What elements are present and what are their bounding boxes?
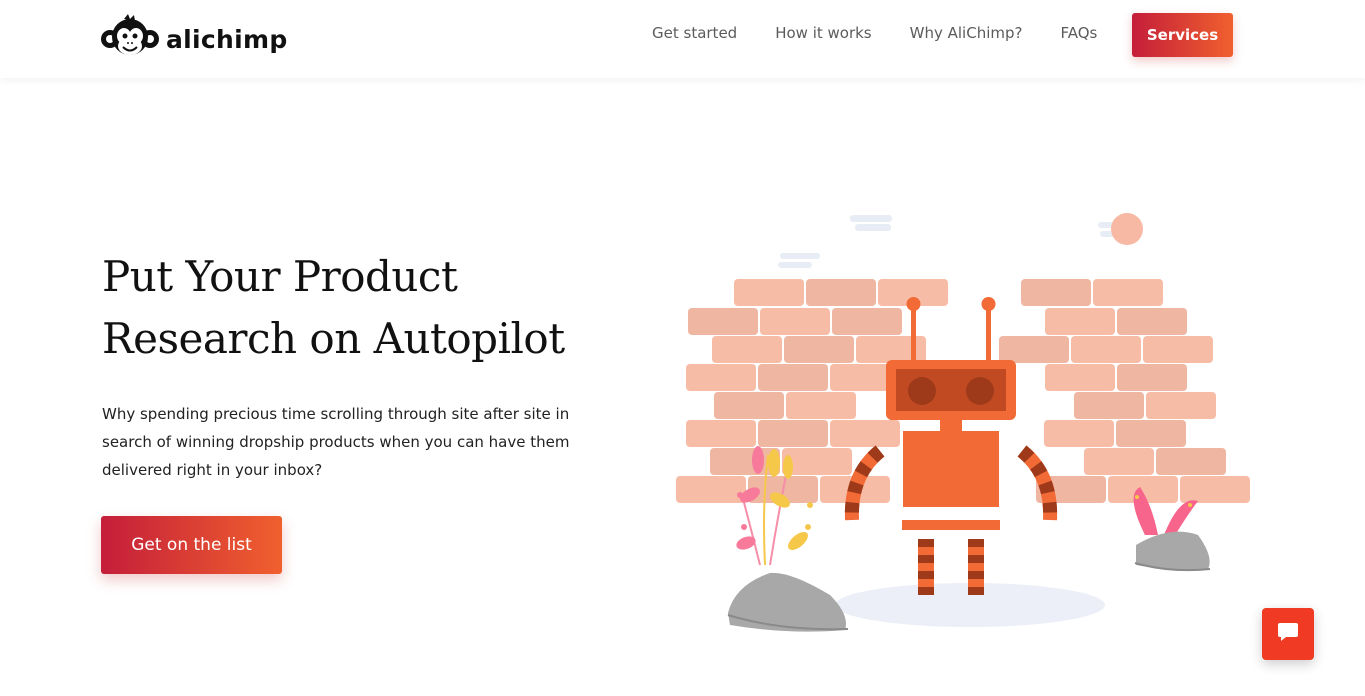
site-header: alichimp Get started How it works Why Al… [0, 0, 1365, 78]
logo[interactable]: alichimp [100, 13, 288, 65]
hero-title-line1: Put Your Product [102, 252, 458, 301]
hero-description: Why spending precious time scrolling thr… [102, 405, 570, 479]
nav-faqs[interactable]: FAQs [1060, 24, 1097, 42]
chat-button[interactable] [1262, 608, 1314, 660]
sun-icon [1111, 213, 1143, 245]
cloud-icon [778, 215, 1128, 268]
main-nav: Get started How it works Why AliChimp? F… [652, 0, 1135, 66]
monkey-icon [100, 13, 160, 65]
hero-title: Put Your Product Research on Autopilot [102, 246, 662, 370]
get-on-the-list-button[interactable]: Get on the list [101, 516, 282, 574]
services-button[interactable]: Services [1132, 13, 1233, 57]
nav-why-alichimp[interactable]: Why AliChimp? [910, 24, 1023, 42]
nav-get-started[interactable]: Get started [652, 24, 737, 42]
rock-right-icon [1136, 531, 1210, 570]
rock-left-icon [728, 572, 846, 632]
chat-bubble-icon [1276, 620, 1300, 648]
hero-title-line2: Research on Autopilot [102, 314, 565, 363]
brand-name: alichimp [166, 24, 288, 54]
nav-how-it-works[interactable]: How it works [775, 24, 871, 42]
robot-illustration [670, 205, 1260, 645]
